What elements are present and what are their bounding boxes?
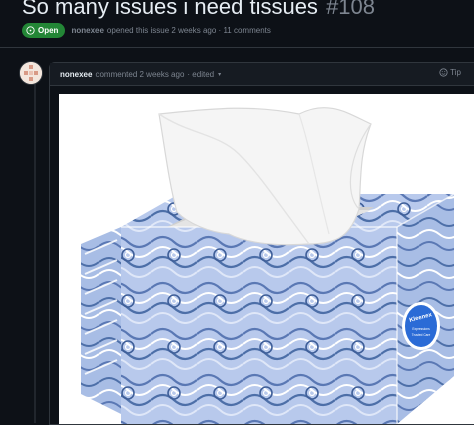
- tissue-box-image[interactable]: Kleenex Expressions Trusted Care: [59, 94, 474, 424]
- timeline-line: [34, 80, 36, 423]
- issue-open-icon: [26, 25, 35, 35]
- issue-number: #108: [326, 0, 376, 19]
- tissue-box-illustration: Kleenex Expressions Trusted Care: [81, 107, 455, 424]
- status-badge-label: Open: [38, 25, 59, 35]
- status-badge: Open: [22, 22, 66, 38]
- add-reaction-button[interactable]: Tip: [439, 68, 461, 77]
- comment-header: nonexee commented 2 weeks ago · edited ▾…: [50, 63, 474, 86]
- avatar[interactable]: [20, 62, 42, 84]
- chevron-down-icon[interactable]: ▾: [218, 71, 221, 78]
- smiley-icon: [439, 68, 448, 77]
- logo-subtext-2: Trusted Care: [412, 333, 431, 337]
- identicon: [20, 62, 42, 84]
- issue-author-link[interactable]: nonexee: [71, 26, 103, 35]
- issue-title: So many issues i need tissues #108: [22, 0, 375, 20]
- edited-menu[interactable]: · edited: [187, 70, 214, 79]
- issue-opened-text: opened this issue 2 weeks ago · 11 comme…: [106, 25, 271, 35]
- comment-author-link[interactable]: nonexee: [60, 70, 92, 79]
- reaction-label: Tip: [450, 68, 461, 77]
- issue-title-text: So many issues i need tissues: [22, 0, 318, 19]
- header-divider: [0, 47, 474, 48]
- logo-subtext-1: Expressions: [412, 327, 430, 331]
- comment-time: commented 2 weeks ago: [95, 69, 185, 79]
- issue-meta: Open nonexee opened this issue 2 weeks a…: [22, 22, 271, 38]
